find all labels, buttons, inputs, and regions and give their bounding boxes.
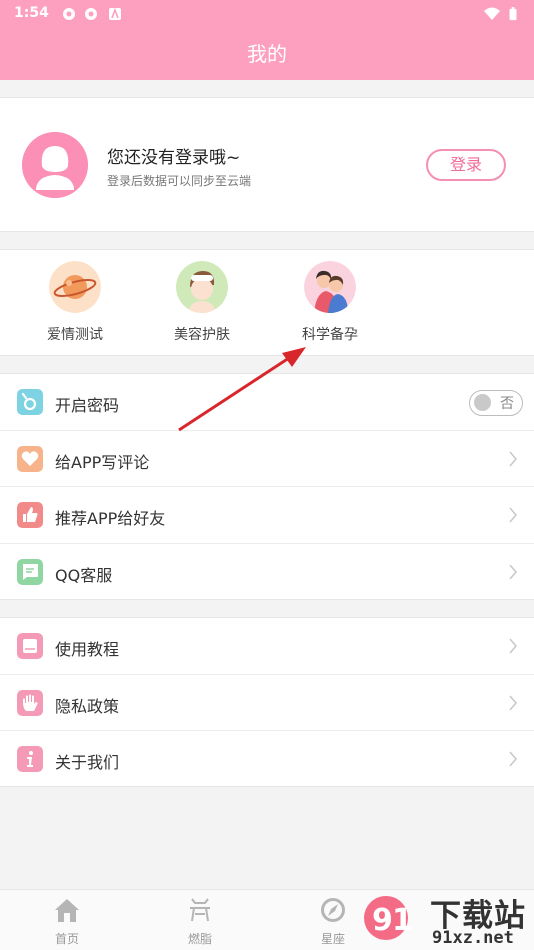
list-item-label: 推荐APP给好友 xyxy=(55,509,166,528)
tab-label: 首页 xyxy=(54,932,79,946)
skincare-icon xyxy=(176,261,228,313)
list-item-password[interactable]: 开启密码 否 xyxy=(0,374,534,431)
list-item-review[interactable]: 给APP写评论 xyxy=(0,431,534,487)
chat-icon xyxy=(17,558,43,585)
couple-icon xyxy=(304,261,356,313)
list-item-about[interactable]: 关于我们 xyxy=(0,731,534,788)
list-item-label: 给APP写评论 xyxy=(55,452,150,472)
feature-skincare[interactable]: 美容护肤 xyxy=(152,261,252,344)
tab-fat-burn[interactable]: 燃脂 xyxy=(160,896,240,947)
lock-icon xyxy=(17,389,43,415)
svg-text:1: 1 xyxy=(392,903,413,938)
compass-icon xyxy=(321,898,345,922)
chevron-right-icon xyxy=(509,451,517,466)
battery-icon xyxy=(509,7,517,21)
feature-label: 科学备孕 xyxy=(302,327,358,343)
toggle-knob xyxy=(474,394,491,411)
planet-icon xyxy=(49,261,101,313)
list-item-qq-support[interactable]: QQ客服 xyxy=(0,544,534,601)
tab-home[interactable]: 首页 xyxy=(27,896,107,947)
hand-icon xyxy=(17,689,43,716)
watermark: 9 1 下载站 91xz.net xyxy=(360,884,534,950)
notification-icon xyxy=(63,8,75,20)
status-time: 1:54 xyxy=(14,5,49,21)
user-avatar-icon xyxy=(22,132,88,198)
settings-group-1: 开启密码 否 给APP写评论 推荐APP给好友 QQ客服 xyxy=(0,373,534,600)
list-item-label: QQ客服 xyxy=(55,565,113,585)
toggle-state-text: 否 xyxy=(500,396,514,412)
list-item-recommend[interactable]: 推荐APP给好友 xyxy=(0,487,534,544)
app-notification-icon xyxy=(109,7,121,20)
info-icon xyxy=(17,746,43,772)
list-item-label: 关于我们 xyxy=(55,753,120,772)
settings-group-2: 使用教程 隐私政策 关于我们 xyxy=(0,617,534,787)
chevron-right-icon xyxy=(509,507,517,523)
feature-label: 爱情测试 xyxy=(47,327,103,343)
status-bar: 1:54 xyxy=(0,0,534,28)
feature-label: 美容护肤 xyxy=(174,327,230,343)
chevron-right-icon xyxy=(509,695,517,710)
wifi-icon xyxy=(484,7,500,20)
list-item-label: 隐私政策 xyxy=(55,696,120,716)
feature-pregnancy-prep[interactable]: 科学备孕 xyxy=(280,261,380,344)
home-icon xyxy=(55,899,79,922)
feature-shortcuts: 爱情测试 美容护肤 科学备孕 xyxy=(0,249,534,356)
login-button[interactable]: 登录 xyxy=(426,149,506,181)
page-title: 我的 xyxy=(0,28,534,80)
password-toggle[interactable]: 否 xyxy=(469,390,523,416)
book-icon xyxy=(17,633,43,659)
chevron-right-icon xyxy=(509,751,517,767)
notification-icon xyxy=(85,8,97,20)
fitness-icon xyxy=(190,898,210,922)
avatar[interactable] xyxy=(22,132,88,198)
list-item-tutorial[interactable]: 使用教程 xyxy=(0,618,534,675)
svg-text:9: 9 xyxy=(372,903,393,938)
chevron-right-icon xyxy=(509,638,517,654)
login-prompt-subtitle: 登录后数据可以同步至云端 xyxy=(107,174,252,188)
profile-card: 您还没有登录哦~ 登录后数据可以同步至云端 登录 xyxy=(0,97,534,232)
feature-love-test[interactable]: 爱情测试 xyxy=(25,261,125,344)
thumbs-up-icon xyxy=(17,502,43,528)
watermark-url: 91xz.net xyxy=(432,928,514,948)
heart-icon xyxy=(17,445,43,472)
chevron-right-icon xyxy=(509,564,517,579)
list-item-label: 使用教程 xyxy=(55,640,120,659)
list-item-label: 开启密码 xyxy=(55,396,120,415)
list-item-privacy[interactable]: 隐私政策 xyxy=(0,675,534,731)
tab-label: 燃脂 xyxy=(187,932,212,946)
login-prompt-title: 您还没有登录哦~ xyxy=(107,148,241,168)
